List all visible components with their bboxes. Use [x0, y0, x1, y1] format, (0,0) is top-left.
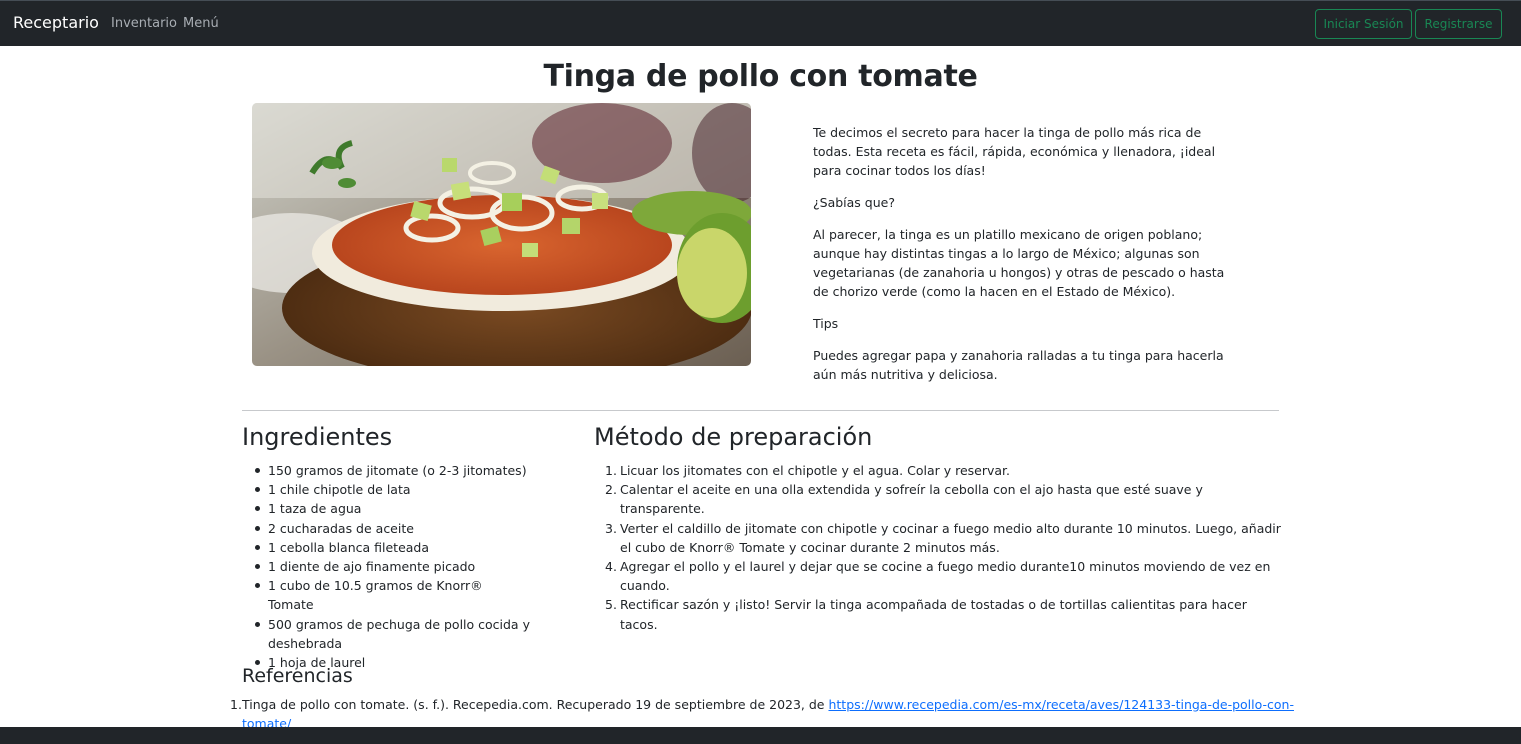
method-step: 2. Calentar el aceite en una olla extendi… — [594, 480, 1284, 518]
page-footer — [0, 727, 1521, 744]
method-step: 3. Verter el caldillo de jitomate con chi… — [594, 519, 1284, 557]
step-text: Verter el caldillo de jitomate con chipo… — [620, 520, 1281, 555]
register-button[interactable]: Registrarse — [1415, 9, 1502, 39]
ingredient-item: 1 cubo de 10.5 gramos de Knorr® Tomate — [242, 576, 532, 614]
reference-number: 1. — [230, 697, 242, 712]
intro-subheading: ¿Sabías que? — [813, 195, 895, 210]
ingredient-item: 1 diente de ajo finamente picado — [242, 557, 532, 576]
method-step: 4. Agregar el pollo y el laurel y dejar q… — [594, 557, 1284, 595]
ingredient-item: 1 cebolla blanca fileteada — [242, 538, 532, 557]
step-number: 2. — [605, 482, 617, 498]
brand-logo-text[interactable]: Receptario — [13, 13, 99, 32]
intro-subheading: Tips — [813, 316, 839, 331]
intro-paragraph: Al parecer, la tinga es un platillo mexi… — [813, 227, 1225, 299]
ingredient-item: 2 cucharadas de aceite — [242, 519, 532, 538]
step-number: 4. — [605, 559, 617, 575]
ingredient-item: 1 taza de agua — [242, 499, 532, 518]
step-text: Agregar el pollo y el laurel y dejar que… — [620, 559, 1271, 594]
step-number: 3. — [605, 520, 617, 536]
section-divider — [242, 410, 1279, 411]
nav-link-inventario[interactable]: Inventario — [111, 16, 177, 31]
ingredient-item: 150 gramos de jitomate (o 2-3 jitomates) — [242, 461, 532, 480]
recipe-intro: Te decimos el secreto para hacer la ting… — [813, 123, 1233, 397]
method-steps-list: 1. Licuar los jitomates con el chipotle y… — [594, 461, 1284, 634]
step-number: 1. — [605, 463, 617, 478]
references-heading: Referencias — [242, 665, 353, 687]
step-text: Calentar el aceite en una olla extendida… — [620, 482, 1203, 517]
intro-paragraph: Puedes agregar papa y zanahoria ralladas… — [813, 348, 1224, 382]
login-button[interactable]: Iniciar Sesión — [1315, 9, 1412, 39]
method-step: 5. Rectificar sazón y ¡listo! Servir la t… — [594, 595, 1284, 633]
ingredients-list: 150 gramos de jitomate (o 2-3 jitomates)… — [242, 461, 532, 672]
ingredient-item: 1 chile chipotle de lata — [242, 480, 532, 499]
method-step: 1. Licuar los jitomates con el chipotle y… — [594, 461, 1284, 480]
intro-paragraph: Te decimos el secreto para hacer la ting… — [813, 125, 1216, 178]
top-navbar: Receptario Inventario Menú Iniciar Sesió… — [0, 0, 1521, 46]
ingredients-heading: Ingredientes — [242, 423, 393, 451]
method-heading: Método de preparación — [594, 423, 873, 451]
step-number: 5. — [605, 597, 617, 613]
ingredient-item: 500 gramos de pechuga de pollo cocida y … — [242, 615, 532, 653]
reference-text: Tinga de pollo con tomate. (s. f.). Rece… — [242, 697, 829, 712]
step-text: Rectificar sazón y ¡listo! Servir la tin… — [620, 597, 1247, 632]
nav-link-menu[interactable]: Menú — [183, 16, 219, 31]
recipe-photo — [252, 103, 751, 366]
recipe-title: Tinga de pollo con tomate — [543, 59, 978, 94]
step-text: Licuar los jitomates con el chipotle y e… — [620, 463, 1011, 478]
